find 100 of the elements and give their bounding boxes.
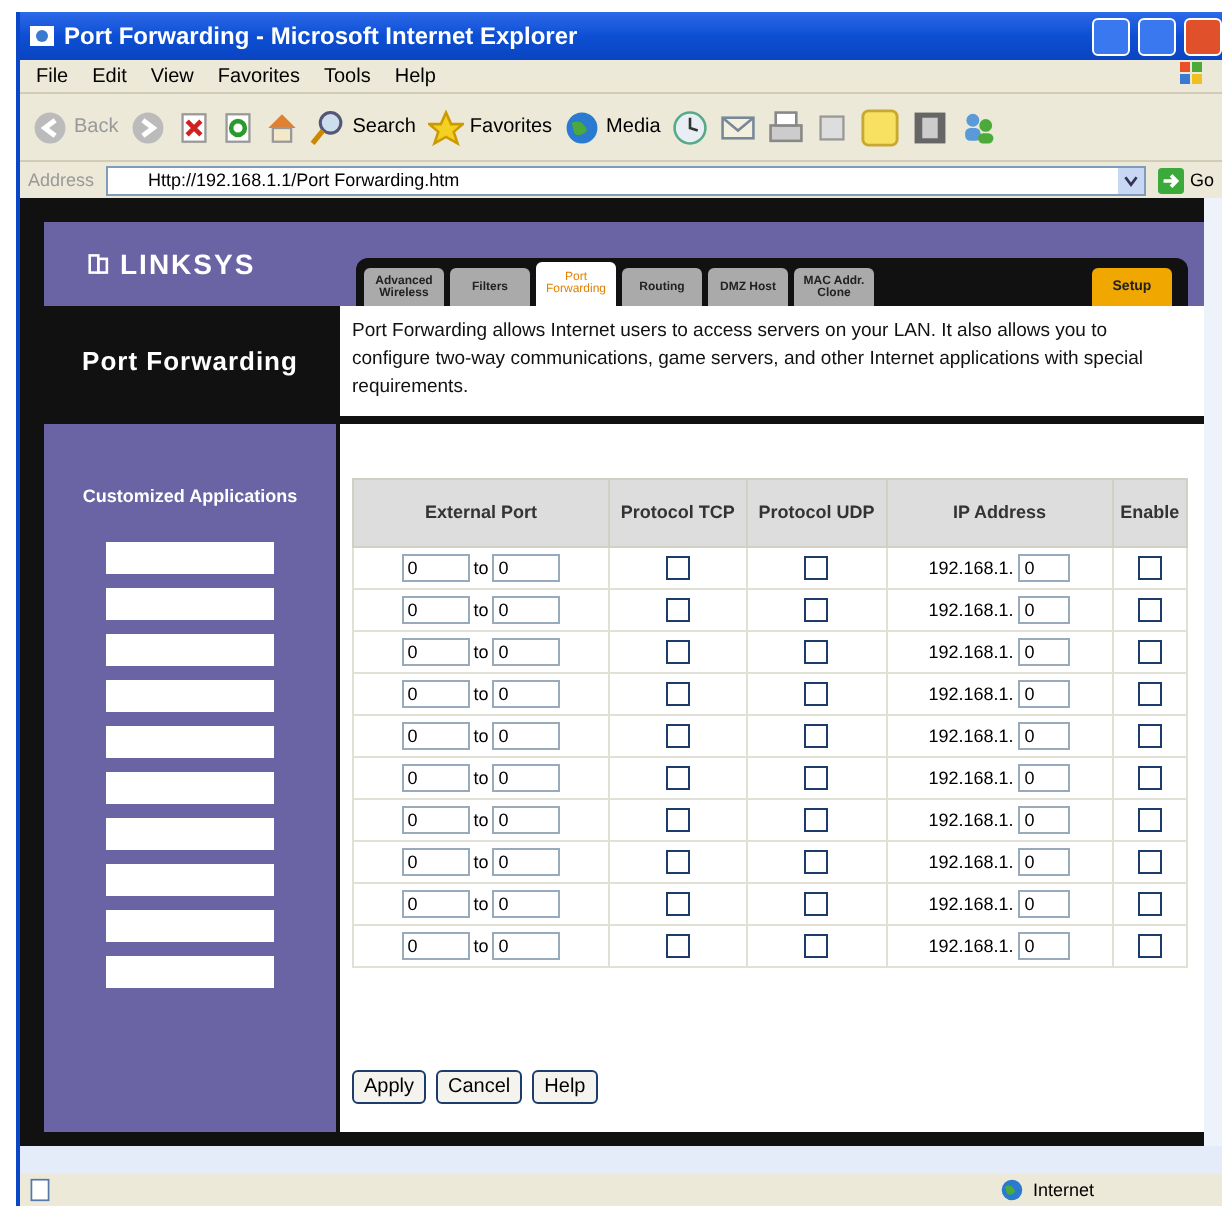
tcp-checkbox[interactable] xyxy=(665,892,690,916)
menu-item[interactable]: Tools xyxy=(323,65,371,87)
ip-field[interactable]: 0 xyxy=(1018,848,1071,876)
enable-checkbox[interactable] xyxy=(1137,556,1162,580)
udp-checkbox[interactable] xyxy=(804,724,829,748)
application-name-field[interactable] xyxy=(106,542,274,574)
application-name-field[interactable] xyxy=(106,588,274,620)
favorites-button[interactable]: Favorites xyxy=(427,109,553,145)
port-start-field[interactable]: 0 xyxy=(401,848,470,876)
tcp-checkbox[interactable] xyxy=(665,556,690,580)
udp-checkbox[interactable] xyxy=(804,598,829,622)
port-end-field[interactable]: 0 xyxy=(492,890,561,918)
menu-item[interactable]: View xyxy=(150,65,194,87)
port-end-field[interactable]: 0 xyxy=(492,596,561,624)
ie-logo-icon xyxy=(28,22,56,50)
enable-checkbox[interactable] xyxy=(1137,682,1162,706)
to-label: to xyxy=(473,558,489,578)
ip-field[interactable]: 0 xyxy=(1018,722,1071,750)
ip-field[interactable]: 0 xyxy=(1018,638,1071,666)
window-title: Port Forwarding - Microsoft Internet Explorer xyxy=(64,22,580,50)
application-name-field[interactable] xyxy=(106,634,274,666)
menu-item[interactable]: Favorites xyxy=(217,65,300,87)
address-field[interactable]: Http://192.168.1.1/Port Forwarding.htm xyxy=(106,165,1146,195)
port-start-field[interactable]: 0 xyxy=(401,806,470,834)
udp-checkbox[interactable] xyxy=(804,640,829,664)
edit-icon xyxy=(816,111,849,143)
application-name-field[interactable] xyxy=(106,910,274,942)
port-start-field[interactable]: 0 xyxy=(401,554,470,582)
enable-checkbox[interactable] xyxy=(1137,724,1162,748)
port-end-field[interactable]: 0 xyxy=(492,764,561,792)
port-end-field[interactable]: 0 xyxy=(492,638,561,666)
ip-field[interactable]: 0 xyxy=(1018,596,1071,624)
port-end-field[interactable]: 0 xyxy=(492,722,561,750)
udp-checkbox[interactable] xyxy=(804,682,829,706)
enable-checkbox[interactable] xyxy=(1137,808,1162,832)
enable-checkbox[interactable] xyxy=(1137,850,1162,874)
ip-prefix: 192.168.1. xyxy=(928,558,1014,578)
tcp-checkbox[interactable] xyxy=(665,640,690,664)
form-button[interactable]: Cancel xyxy=(436,1070,523,1104)
minimize-button[interactable] xyxy=(1092,17,1130,55)
to-label: to xyxy=(473,684,489,704)
ip-field[interactable]: 0 xyxy=(1018,680,1071,708)
tcp-checkbox[interactable] xyxy=(665,724,690,748)
close-button[interactable] xyxy=(1184,17,1222,55)
zone-label: Internet xyxy=(1032,1180,1094,1200)
port-start-field[interactable]: 0 xyxy=(401,764,470,792)
udp-checkbox[interactable] xyxy=(804,892,829,916)
port-start-field[interactable]: 0 xyxy=(401,932,470,960)
port-end-field[interactable]: 0 xyxy=(492,848,561,876)
application-name-field[interactable] xyxy=(106,726,274,758)
application-name-field[interactable] xyxy=(106,818,274,850)
application-name-field[interactable] xyxy=(106,956,274,988)
port-start-field[interactable]: 0 xyxy=(401,722,470,750)
tcp-checkbox[interactable] xyxy=(665,766,690,790)
column-header: Enable xyxy=(1112,479,1187,547)
enable-checkbox[interactable] xyxy=(1137,766,1162,790)
application-name-field[interactable] xyxy=(106,772,274,804)
udp-checkbox[interactable] xyxy=(804,556,829,580)
tcp-checkbox[interactable] xyxy=(665,598,690,622)
application-name-field[interactable] xyxy=(106,864,274,896)
port-end-field[interactable]: 0 xyxy=(492,932,561,960)
tcp-checkbox[interactable] xyxy=(665,808,690,832)
port-end-field[interactable]: 0 xyxy=(492,806,561,834)
ip-field[interactable]: 0 xyxy=(1018,932,1071,960)
udp-checkbox[interactable] xyxy=(804,934,829,958)
tcp-checkbox[interactable] xyxy=(665,934,690,958)
udp-checkbox[interactable] xyxy=(804,766,829,790)
ip-field[interactable]: 0 xyxy=(1018,554,1071,582)
ip-prefix: 192.168.1. xyxy=(928,936,1014,956)
go-button[interactable]: Go xyxy=(1157,167,1214,193)
menu-item[interactable]: Help xyxy=(394,65,436,87)
page-icon xyxy=(28,1178,52,1202)
search-button[interactable]: Search xyxy=(310,109,416,145)
vertical-scrollbar[interactable] xyxy=(1204,198,1222,1146)
port-start-field[interactable]: 0 xyxy=(401,638,470,666)
ip-field[interactable]: 0 xyxy=(1018,764,1071,792)
enable-checkbox[interactable] xyxy=(1137,640,1162,664)
menu-item[interactable]: File xyxy=(36,65,69,87)
enable-checkbox[interactable] xyxy=(1137,934,1162,958)
tcp-checkbox[interactable] xyxy=(665,682,690,706)
ip-field[interactable]: 0 xyxy=(1018,890,1071,918)
udp-checkbox[interactable] xyxy=(804,850,829,874)
port-start-field[interactable]: 0 xyxy=(401,680,470,708)
menu-item[interactable]: Edit xyxy=(92,65,127,87)
ip-field[interactable]: 0 xyxy=(1018,806,1071,834)
port-end-field[interactable]: 0 xyxy=(492,680,561,708)
description-text: Port Forwarding allows Internet users to access servers on your LAN. It also allows you to configure two-way communications, game servers, and other Internet applications with special requirements. xyxy=(350,318,1145,402)
form-button[interactable]: Help xyxy=(532,1070,598,1104)
application-name-field[interactable] xyxy=(106,680,274,712)
media-button[interactable]: Media xyxy=(564,109,661,145)
port-start-field[interactable]: 0 xyxy=(401,890,470,918)
form-button[interactable]: Apply xyxy=(352,1070,427,1104)
maximize-button[interactable] xyxy=(1138,17,1176,55)
port-end-field[interactable]: 0 xyxy=(492,554,561,582)
horizontal-scrollbar[interactable] xyxy=(20,1146,1222,1174)
udp-checkbox[interactable] xyxy=(804,808,829,832)
port-start-field[interactable]: 0 xyxy=(401,596,470,624)
enable-checkbox[interactable] xyxy=(1137,892,1162,916)
enable-checkbox[interactable] xyxy=(1137,598,1162,622)
tcp-checkbox[interactable] xyxy=(665,850,690,874)
